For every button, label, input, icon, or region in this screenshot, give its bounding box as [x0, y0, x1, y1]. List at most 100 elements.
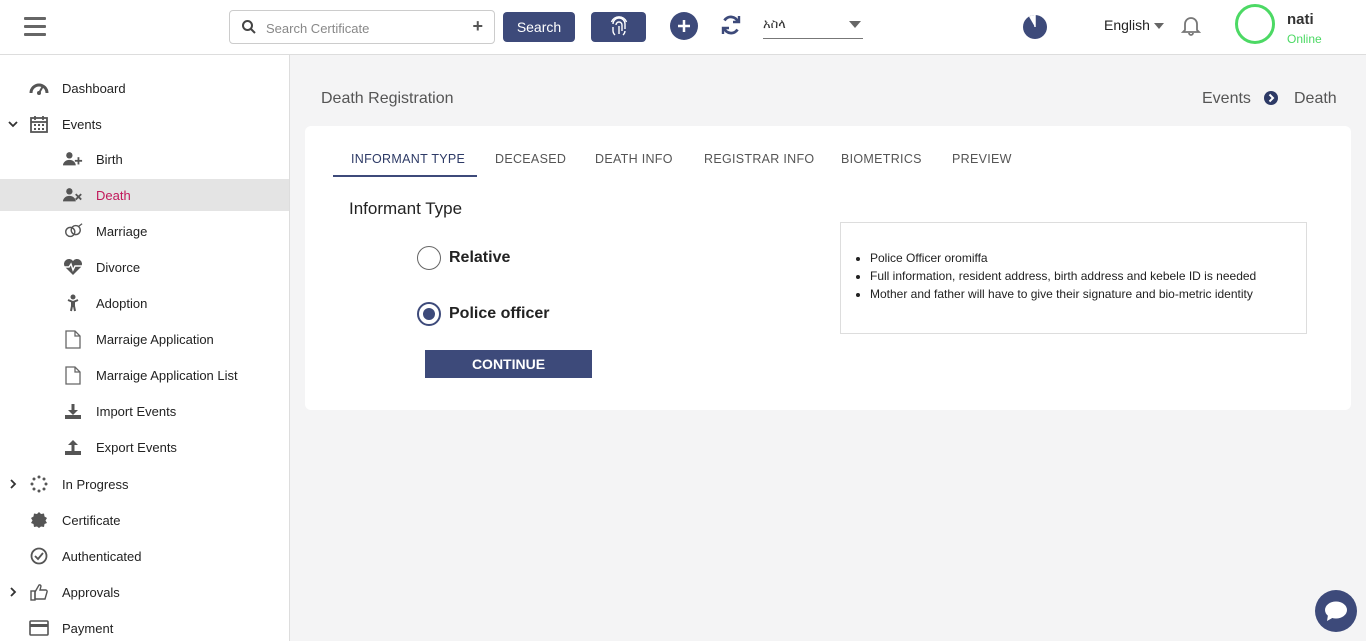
download-icon: [63, 401, 83, 421]
registration-card: INFORMANT TYPE DECEASED DEATH INFO REGIS…: [305, 126, 1351, 410]
user-status: Online: [1287, 32, 1322, 46]
section-title: Informant Type: [349, 199, 463, 218]
fingerprint-icon: [610, 16, 627, 36]
document-icon: [63, 329, 83, 349]
tab-biometrics[interactable]: BIOMETRICS: [841, 152, 922, 166]
sidebar-item-label: Death: [96, 187, 131, 203]
radio-option-relative[interactable]: Relative: [417, 246, 510, 270]
tab-registrar-info[interactable]: REGISTRAR INFO: [704, 152, 814, 166]
document-icon: [63, 365, 83, 385]
fingerprint-button[interactable]: [591, 12, 646, 42]
sidebar-item-label: Adoption: [96, 295, 148, 311]
sidebar-item-authenticated[interactable]: Authenticated: [0, 540, 289, 572]
sidebar-item-marriage[interactable]: Marriage: [0, 215, 289, 247]
language-label: English: [1104, 17, 1150, 33]
pie-chart-icon[interactable]: [1022, 14, 1048, 40]
sidebar-item-label: Export Events: [96, 439, 177, 455]
top-bar: + Search አስላ English nat: [0, 0, 1366, 55]
chat-button[interactable]: [1315, 590, 1357, 632]
menu-icon[interactable]: [24, 17, 46, 37]
tab-informant-type[interactable]: INFORMANT TYPE: [351, 152, 465, 166]
thumbs-up-icon: [29, 582, 49, 602]
sidebar-item-label: Marraige Application List: [96, 367, 238, 383]
sidebar-item-in-progress[interactable]: In Progress: [0, 468, 289, 500]
sidebar-item-label: Approvals: [62, 584, 120, 600]
sidebar-item-marriage-application-list[interactable]: Marraige Application List: [0, 359, 289, 391]
sidebar-item-label: Dashboard: [62, 80, 126, 96]
sidebar: Dashboard Events Birth Death Marriage Di…: [0, 55, 290, 641]
radio-button-selected[interactable]: [417, 302, 441, 326]
sidebar-item-label: Marraige Application: [96, 331, 214, 347]
dashboard-icon: [29, 78, 49, 98]
info-item: Full information, resident address, birt…: [870, 269, 1306, 283]
continue-button[interactable]: CONTINUE: [425, 350, 592, 378]
chat-bubble-icon: [1325, 601, 1347, 621]
search-input[interactable]: [266, 17, 466, 39]
sidebar-item-divorce[interactable]: Divorce: [0, 251, 289, 283]
heartbeat-icon: [63, 257, 83, 277]
info-item: Police Officer oromiffa: [870, 251, 1306, 265]
add-button[interactable]: [670, 12, 698, 40]
tab-deceased[interactable]: DECEASED: [495, 152, 566, 166]
search-icon: [242, 20, 256, 34]
sidebar-item-label: Payment: [62, 620, 114, 636]
language-select[interactable]: English: [1104, 17, 1164, 33]
radio-label: Police officer: [449, 305, 550, 322]
upload-icon: [63, 437, 83, 457]
chevron-circle-right-icon: [1264, 91, 1278, 105]
search-box: +: [229, 10, 495, 44]
tab-death-info[interactable]: DEATH INFO: [595, 152, 673, 166]
plus-icon[interactable]: +: [472, 16, 483, 37]
sidebar-item-import-events[interactable]: Import Events: [0, 395, 289, 427]
sidebar-item-label: Birth: [96, 151, 123, 167]
info-item: Mother and father will have to give thei…: [870, 287, 1306, 301]
sidebar-item-label: Events: [62, 116, 102, 132]
refresh-icon[interactable]: [719, 13, 743, 37]
sidebar-item-label: In Progress: [62, 476, 129, 492]
chevron-down-icon: [1153, 23, 1164, 30]
tab-preview[interactable]: PREVIEW: [952, 152, 1012, 166]
sidebar-item-label: Import Events: [96, 403, 177, 419]
chevron-right-icon: [7, 478, 19, 490]
check-circle-icon: [29, 546, 49, 566]
child-icon: [63, 293, 83, 313]
certificate-icon: [29, 510, 49, 530]
sidebar-item-label: Divorce: [96, 259, 141, 275]
sidebar-item-certificate[interactable]: Certificate: [0, 504, 289, 536]
info-box: Police Officer oromiffa Full information…: [840, 222, 1307, 334]
user-name: nati: [1287, 11, 1314, 28]
user-times-icon: [63, 185, 83, 205]
bell-icon[interactable]: [1181, 14, 1201, 36]
plus-circle-icon: [678, 20, 690, 32]
sidebar-item-marriage-application[interactable]: Marraige Application: [0, 323, 289, 355]
location-select-value: አስላ: [763, 16, 786, 31]
sidebar-item-payment[interactable]: Payment: [0, 612, 289, 641]
avatar[interactable]: [1235, 4, 1275, 44]
breadcrumb-events[interactable]: Events: [1202, 90, 1251, 108]
search-button[interactable]: Search: [503, 12, 575, 42]
sidebar-item-export-events[interactable]: Export Events: [0, 431, 289, 463]
sidebar-item-adoption[interactable]: Adoption: [0, 287, 289, 319]
location-select[interactable]: አስላ: [763, 13, 863, 39]
calendar-icon: [29, 114, 49, 134]
sidebar-item-events[interactable]: Events: [0, 108, 289, 140]
sidebar-item-birth[interactable]: Birth: [0, 143, 289, 175]
sidebar-item-label: Marriage: [96, 223, 148, 239]
sidebar-item-approvals[interactable]: Approvals: [0, 576, 289, 608]
sidebar-item-label: Certificate: [62, 512, 121, 528]
sidebar-item-dashboard[interactable]: Dashboard: [0, 72, 289, 104]
chevron-down-icon: [7, 118, 19, 130]
spinner-icon: [29, 474, 49, 494]
radio-label: Relative: [449, 249, 511, 266]
page-title: Death Registration: [321, 90, 454, 107]
chevron-right-icon: [7, 586, 19, 598]
chevron-down-icon: [849, 21, 861, 28]
sidebar-item-label: Authenticated: [62, 548, 142, 564]
radio-option-police-officer[interactable]: Police officer: [417, 302, 549, 326]
breadcrumb-death: Death: [1294, 90, 1337, 107]
rings-icon: [63, 221, 83, 241]
sidebar-item-death[interactable]: Death: [0, 179, 289, 211]
radio-button[interactable]: [417, 246, 441, 270]
credit-card-icon: [29, 618, 49, 638]
user-plus-icon: [63, 149, 83, 169]
